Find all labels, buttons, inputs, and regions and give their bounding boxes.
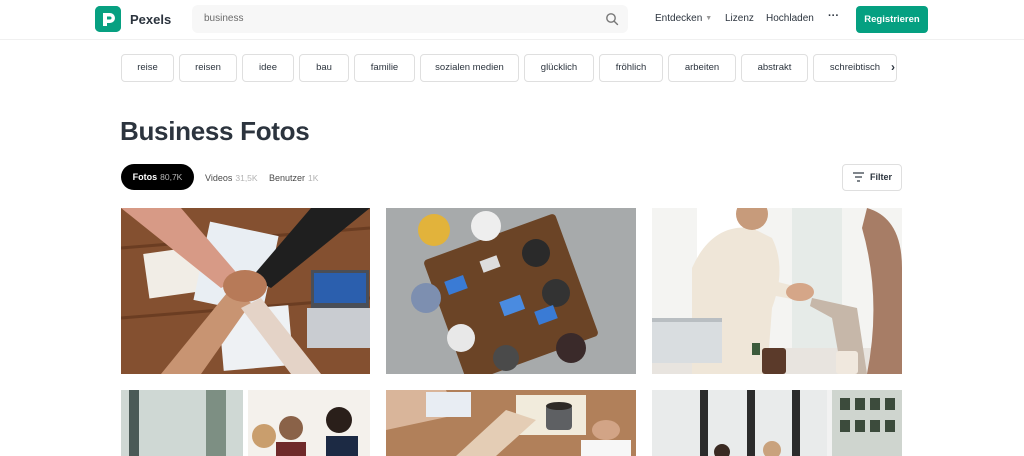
filter-label: Filter <box>870 172 893 182</box>
tab-photos-label: Fotos <box>132 172 158 182</box>
tab-users-count: 1K <box>308 173 319 183</box>
tab-photos[interactable]: Fotos 80,7K <box>121 164 194 190</box>
tag-pill[interactable]: arbeiten <box>668 54 736 82</box>
filter-icon <box>853 172 864 182</box>
chevron-right-icon[interactable]: › <box>891 60 895 74</box>
top-navigation: Pexels business Entdecken ▼ Lizenz Hochla… <box>0 0 1024 40</box>
signup-button[interactable]: Registrieren <box>856 6 928 33</box>
photo-image <box>652 390 902 456</box>
photo-team-meeting-overhead[interactable] <box>386 208 636 374</box>
related-tags: reise reisen idee bau familie sozialen m… <box>121 54 897 82</box>
tag-pill[interactable]: reisen <box>179 54 237 82</box>
photo-image <box>121 390 370 456</box>
tab-photos-count: 80,7K <box>160 172 183 182</box>
photo-image <box>121 208 370 374</box>
nav-explore[interactable]: Entdecken ▼ <box>655 13 712 24</box>
tab-videos-count: 31,5K <box>235 173 258 183</box>
more-icon[interactable]: ··· <box>828 10 839 22</box>
nav-explore-label: Entdecken <box>655 13 703 24</box>
page-title: Business Fotos <box>120 116 310 146</box>
nav-upload[interactable]: Hochladen <box>766 13 814 24</box>
search-bar[interactable]: business <box>192 5 628 33</box>
photo-handshake[interactable] <box>652 208 902 374</box>
pexels-logo[interactable] <box>95 6 121 32</box>
pexels-logo-icon <box>95 6 121 32</box>
photo-colleagues-at-laptop[interactable] <box>121 390 370 456</box>
tag-pill[interactable]: schreibtisch <box>813 54 897 82</box>
photo-hands-stacked-on-desk[interactable] <box>121 208 370 374</box>
tag-pill[interactable]: glücklich <box>524 54 594 82</box>
tag-pill[interactable]: familie <box>354 54 415 82</box>
filter-button[interactable]: Filter <box>842 164 902 191</box>
tab-videos-label: Videos <box>205 173 233 183</box>
brand-name[interactable]: Pexels <box>130 12 171 27</box>
search-icon[interactable] <box>605 12 619 26</box>
chevron-down-icon: ▼ <box>705 15 713 22</box>
tag-pill[interactable]: idee <box>242 54 294 82</box>
tag-pill[interactable]: bau <box>299 54 349 82</box>
photo-office-windows[interactable] <box>652 390 902 456</box>
tag-pill[interactable]: reise <box>121 54 174 82</box>
photo-meeting-coffee[interactable] <box>386 390 636 456</box>
tab-videos[interactable]: Videos 31,5K <box>205 173 258 183</box>
search-input[interactable]: business <box>204 13 243 24</box>
photo-image <box>386 390 636 456</box>
tag-pill[interactable]: fröhlich <box>599 54 663 82</box>
photo-image <box>386 208 636 374</box>
tab-users[interactable]: Benutzer 1K <box>269 173 318 183</box>
photo-image <box>652 208 902 374</box>
tab-users-label: Benutzer <box>269 173 306 183</box>
tag-pill[interactable]: abstrakt <box>741 54 808 82</box>
nav-license[interactable]: Lizenz <box>725 13 754 24</box>
tag-pill[interactable]: sozialen medien <box>420 54 519 82</box>
